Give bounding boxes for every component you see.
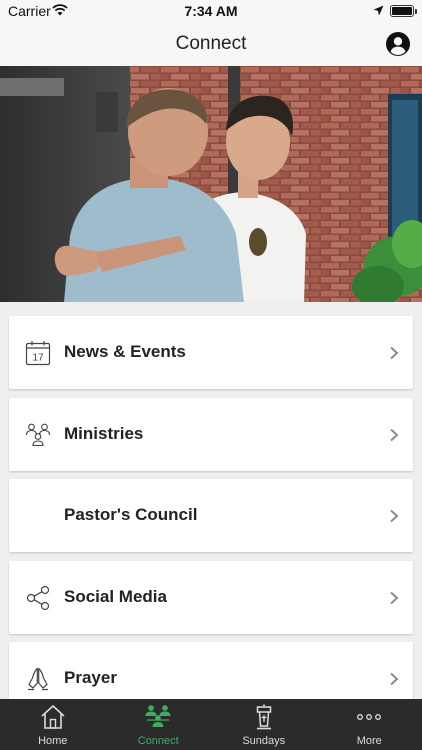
tab-home[interactable]: Home [0, 699, 106, 750]
share-icon [26, 585, 50, 611]
tab-label: More [356, 735, 382, 747]
hero-image [0, 66, 422, 302]
tab-sundays[interactable]: Sundays [211, 699, 317, 750]
chevron-right-icon [390, 346, 399, 360]
chevron-right-icon [390, 509, 399, 523]
menu-item-label: Pastor's Council [64, 505, 198, 524]
chevron-right-icon [390, 428, 399, 442]
menu-item-ministries[interactable]: Ministries [9, 398, 413, 471]
tab-bar: Home Connect Sundays More [0, 699, 422, 750]
ellipsis-icon [357, 714, 382, 720]
home-icon [41, 705, 65, 729]
menu-item-label: Social Media [64, 587, 167, 606]
connect-icon [145, 705, 171, 727]
menu-list: 17 News & Events Ministries Pastor's Cou… [0, 302, 422, 699]
menu-item-label: News & Events [64, 342, 186, 361]
tab-label: Connect [137, 735, 179, 747]
praying-hands-icon [28, 667, 48, 691]
carrier-label: Carrier [8, 3, 51, 19]
profile-icon[interactable] [386, 32, 410, 56]
tab-label: Sundays [242, 735, 286, 747]
page-title: Connect [175, 33, 247, 54]
battery-icon [390, 5, 417, 17]
calendar-day-label: 17 [32, 353, 44, 364]
menu-item-label: Ministries [64, 424, 144, 443]
people-group-icon [25, 423, 51, 447]
tab-label: Home [38, 735, 68, 747]
calendar-icon: 17 [25, 341, 51, 366]
chevron-right-icon [390, 591, 399, 605]
menu-item-pastors-council[interactable]: Pastor's Council [9, 479, 413, 552]
menu-item-social-media[interactable]: Social Media [9, 561, 413, 634]
location-arrow-icon [373, 5, 384, 16]
chevron-right-icon [390, 672, 399, 686]
pulpit-icon [256, 704, 271, 730]
tab-connect[interactable]: Connect [106, 699, 212, 750]
menu-item-prayer[interactable]: Prayer [9, 642, 413, 699]
tab-more[interactable]: More [317, 699, 422, 750]
status-bar: Carrier 7:34 AM [0, 0, 422, 22]
menu-item-news-events[interactable]: 17 News & Events [9, 316, 413, 389]
menu-item-label: Prayer [64, 668, 117, 687]
nav-bar: Connect [0, 22, 422, 66]
wifi-icon [52, 4, 68, 16]
